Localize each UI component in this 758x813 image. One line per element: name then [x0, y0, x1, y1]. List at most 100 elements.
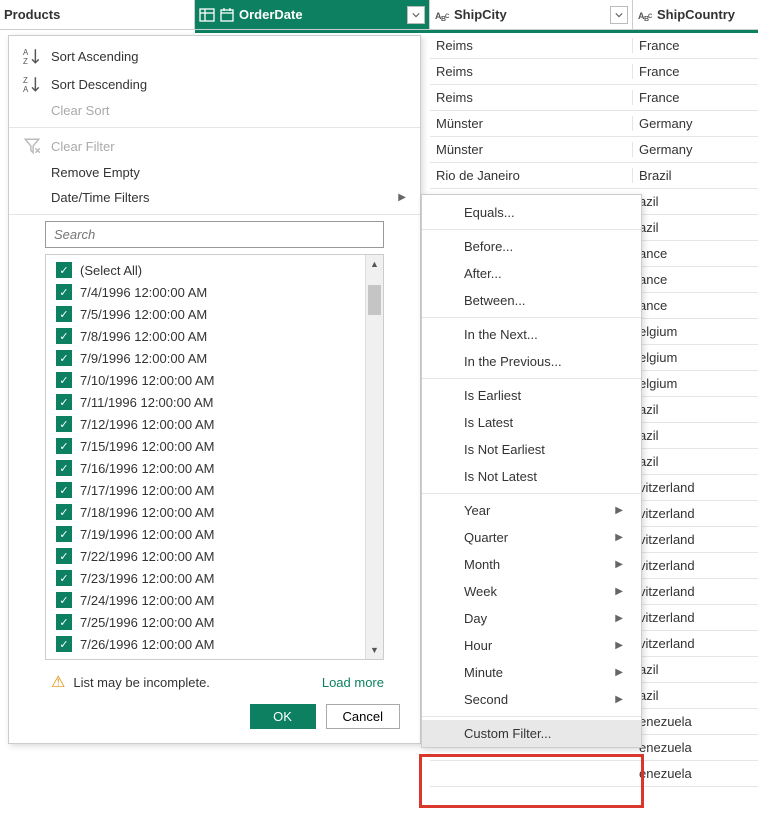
submenu-custom-filter[interactable]: Custom Filter...: [422, 720, 641, 747]
dropdown-button[interactable]: [610, 6, 628, 24]
column-header-orderdate[interactable]: OrderDate: [195, 0, 430, 29]
menu-label: Clear Sort: [51, 103, 110, 118]
checkbox-icon[interactable]: ✓: [56, 372, 72, 388]
value-item[interactable]: ✓7/10/1996 12:00:00 AM: [46, 369, 365, 391]
table-row[interactable]: ReimsFrance: [430, 33, 758, 59]
cell-shipcountry: France: [633, 38, 758, 53]
checkbox-icon[interactable]: ✓: [56, 416, 72, 432]
scroll-thumb[interactable]: [368, 285, 381, 315]
value-label: 7/4/1996 12:00:00 AM: [80, 285, 207, 300]
checkbox-icon[interactable]: ✓: [56, 306, 72, 322]
cell-shipcountry: azil: [633, 428, 758, 443]
checkbox-icon[interactable]: ✓: [56, 526, 72, 542]
remove-empty-item[interactable]: Remove Empty: [9, 160, 420, 185]
checkbox-icon[interactable]: ✓: [56, 460, 72, 476]
value-item[interactable]: ✓ 7/4/1996 12:00:00 AM: [46, 281, 365, 303]
column-header-shipcity[interactable]: ABC ShipCity: [430, 0, 633, 29]
table-row[interactable]: Rio de JaneiroBrazil: [430, 163, 758, 189]
search-input[interactable]: [46, 222, 383, 247]
table-row[interactable]: enezuela: [430, 761, 758, 787]
checkbox-icon[interactable]: ✓: [56, 262, 72, 278]
value-item[interactable]: ✓ 7/17/1996 12:00:00 AM: [46, 479, 365, 501]
value-item[interactable]: ✓7/5/1996 12:00:00 AM: [46, 303, 365, 325]
cell-shipcountry: enezuela: [633, 740, 758, 755]
scroll-up-icon[interactable]: ▲: [366, 255, 383, 273]
menu-label: Between...: [464, 293, 525, 308]
value-item[interactable]: ✓7/25/1996 12:00:00 AM: [46, 611, 365, 633]
value-item[interactable]: ✓7/24/1996 12:00:00 AM: [46, 589, 365, 611]
submenu-week[interactable]: Week▶: [422, 578, 641, 605]
value-item[interactable]: ✓7/8/1996 12:00:00 AM: [46, 325, 365, 347]
load-more-link[interactable]: Load more: [322, 675, 384, 690]
column-header-products[interactable]: Products: [0, 0, 195, 29]
values-list[interactable]: ✓ (Select All) ✓ 7/4/1996 12:00:00 AM ✓7/5/1…: [46, 255, 365, 659]
column-label: Products: [4, 7, 60, 22]
cell-shipcountry: vitzerland: [633, 610, 758, 625]
value-item[interactable]: ✓7/22/1996 12:00:00 AM: [46, 545, 365, 567]
submenu-is-not-earliest[interactable]: Is Not Earliest: [422, 436, 641, 463]
menu-label: Second: [464, 692, 508, 707]
submenu-second[interactable]: Second▶: [422, 686, 641, 713]
table-row[interactable]: ReimsFrance: [430, 85, 758, 111]
value-item[interactable]: ✓7/12/1996 12:00:00 AM: [46, 413, 365, 435]
checkbox-icon[interactable]: ✓: [56, 592, 72, 608]
sort-ascending-item[interactable]: AZ Sort Ascending: [9, 42, 420, 70]
value-label: 7/17/1996 12:00:00 AM: [80, 483, 214, 498]
submenu-in-next[interactable]: In the Next...: [422, 321, 641, 348]
checkbox-icon[interactable]: ✓: [56, 328, 72, 344]
submenu-is-not-latest[interactable]: Is Not Latest: [422, 463, 641, 490]
cell-shipcountry: Germany: [633, 142, 758, 157]
checkbox-icon[interactable]: ✓: [56, 614, 72, 630]
value-item[interactable]: ✓ (Select All): [46, 259, 365, 281]
value-label: (Select All): [80, 263, 142, 278]
value-item[interactable]: ✓7/15/1996 12:00:00 AM: [46, 435, 365, 457]
submenu-after[interactable]: After...: [422, 260, 641, 287]
datetime-filters-item[interactable]: Date/Time Filters ▶: [9, 185, 420, 210]
cancel-button[interactable]: Cancel: [326, 704, 400, 729]
clear-sort-item: Clear Sort: [9, 98, 420, 123]
column-header-shipcountry[interactable]: ABC ShipCountry: [633, 0, 758, 29]
checkbox-icon[interactable]: ✓: [56, 438, 72, 454]
checkbox-icon[interactable]: ✓: [56, 636, 72, 652]
value-item[interactable]: ✓7/23/1996 12:00:00 AM: [46, 567, 365, 589]
cell-shipcountry: France: [633, 90, 758, 105]
sort-descending-item[interactable]: ZA Sort Descending: [9, 70, 420, 98]
checkbox-icon[interactable]: ✓: [56, 350, 72, 366]
menu-label: Hour: [464, 638, 492, 653]
checkbox-icon[interactable]: ✓: [56, 482, 72, 498]
value-item[interactable]: ✓7/26/1996 12:00:00 AM: [46, 633, 365, 655]
checkbox-icon[interactable]: ✓: [56, 394, 72, 410]
submenu-arrow-icon: ▶: [615, 505, 623, 516]
value-item[interactable]: ✓ 7/18/1996 12:00:00 AM: [46, 501, 365, 523]
checkbox-icon[interactable]: ✓: [56, 548, 72, 564]
table-row[interactable]: ReimsFrance: [430, 59, 758, 85]
submenu-is-earliest[interactable]: Is Earliest: [422, 382, 641, 409]
table-row[interactable]: MünsterGermany: [430, 111, 758, 137]
checkbox-icon[interactable]: ✓: [56, 570, 72, 586]
submenu-year[interactable]: Year▶: [422, 497, 641, 524]
submenu-in-previous[interactable]: In the Previous...: [422, 348, 641, 375]
submenu-month[interactable]: Month▶: [422, 551, 641, 578]
value-item[interactable]: ✓7/9/1996 12:00:00 AM: [46, 347, 365, 369]
submenu-day[interactable]: Day▶: [422, 605, 641, 632]
submenu-before[interactable]: Before...: [422, 233, 641, 260]
dropdown-button[interactable]: [407, 6, 425, 24]
submenu-quarter[interactable]: Quarter▶: [422, 524, 641, 551]
value-label: 7/18/1996 12:00:00 AM: [80, 505, 214, 520]
ok-button[interactable]: OK: [250, 704, 316, 729]
table-icon: [199, 7, 215, 23]
cell-shipcountry: vitzerland: [633, 636, 758, 651]
submenu-equals[interactable]: Equals...: [422, 199, 641, 226]
scroll-down-icon[interactable]: ▼: [366, 641, 383, 659]
table-row[interactable]: MünsterGermany: [430, 137, 758, 163]
value-item[interactable]: ✓7/16/1996 12:00:00 AM: [46, 457, 365, 479]
value-item[interactable]: ✓7/11/1996 12:00:00 AM: [46, 391, 365, 413]
checkbox-icon[interactable]: ✓: [56, 284, 72, 300]
submenu-hour[interactable]: Hour▶: [422, 632, 641, 659]
submenu-is-latest[interactable]: Is Latest: [422, 409, 641, 436]
submenu-minute[interactable]: Minute▶: [422, 659, 641, 686]
value-item[interactable]: ✓7/19/1996 12:00:00 AM: [46, 523, 365, 545]
scrollbar[interactable]: ▲ ▼: [365, 255, 383, 659]
submenu-between[interactable]: Between...: [422, 287, 641, 314]
checkbox-icon[interactable]: ✓: [56, 504, 72, 520]
